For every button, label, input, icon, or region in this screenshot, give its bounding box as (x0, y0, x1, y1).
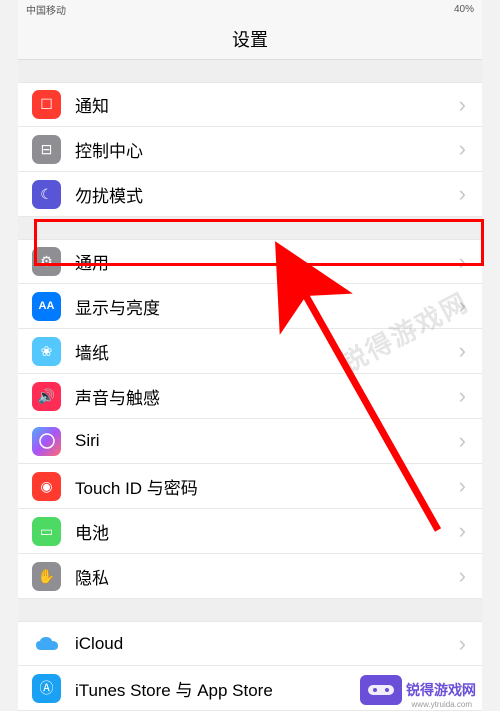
siri-icon (32, 427, 61, 456)
chevron-right-icon: › (459, 92, 466, 118)
control-center-icon: ⊟ (32, 135, 61, 164)
settings-row-touchid[interactable]: ◉ Touch ID 与密码› (18, 464, 482, 509)
chevron-right-icon: › (459, 631, 466, 657)
logo-label: 锐得游戏网 (406, 680, 476, 700)
battery-label: 40% (454, 4, 474, 15)
settings-row-display[interactable]: AA 显示与亮度› (18, 284, 482, 329)
wallpaper-icon: ❀ (32, 337, 61, 366)
settings-row-battery[interactable]: ▭ 电池› (18, 509, 482, 554)
title-text: 设置 (232, 26, 268, 52)
row-label: 墙纸 (75, 339, 459, 364)
settings-row-notifications[interactable]: ☐ 通知› (18, 82, 482, 127)
row-label: 通用 (75, 249, 459, 274)
moon-icon: ☾ (32, 180, 61, 209)
row-label: iCloud (75, 634, 459, 654)
carrier-label: 中国移动 (26, 2, 66, 17)
section-gap (18, 60, 482, 82)
chevron-right-icon: › (459, 249, 466, 275)
row-label: 声音与触感 (75, 384, 459, 409)
section-gap (18, 217, 482, 239)
settings-screen: 中国移动 40% 设置 ☐通知›⊟控制中心›☾勿扰模式› ⚙通用›AA显示与亮度… (18, 0, 482, 711)
row-label: 电池 (75, 519, 459, 544)
speaker-icon: 🔊 (32, 382, 61, 411)
chevron-right-icon: › (459, 473, 466, 499)
row-label: 隐私 (75, 564, 459, 589)
settings-row-wallpaper[interactable]: ❀ 墙纸› (18, 329, 482, 374)
text-size-icon: AA (32, 292, 61, 321)
chevron-right-icon: › (459, 293, 466, 319)
settings-row-sounds[interactable]: 🔊 声音与触感› (18, 374, 482, 419)
settings-row-dnd[interactable]: ☾ 勿扰模式› (18, 172, 482, 217)
row-label: 勿扰模式 (75, 182, 459, 207)
page-title: 设置 (18, 18, 482, 60)
row-label: Touch ID 与密码 (75, 474, 459, 499)
notification-icon: ☐ (32, 90, 61, 119)
row-label: 控制中心 (75, 137, 459, 162)
hand-icon: ✋ (32, 562, 61, 591)
settings-row-control-center[interactable]: ⊟ 控制中心› (18, 127, 482, 172)
chevron-right-icon: › (459, 338, 466, 364)
fingerprint-icon: ◉ (32, 472, 61, 501)
watermark-logo: 锐得游戏网 (360, 675, 476, 705)
settings-group-2: ⚙通用›AA显示与亮度›❀墙纸›🔊声音与触感›Siri›◉Touch ID 与密… (18, 239, 482, 599)
chevron-right-icon: › (459, 383, 466, 409)
chevron-right-icon: › (459, 136, 466, 162)
settings-row-privacy[interactable]: ✋ 隐私› (18, 554, 482, 599)
settings-row-icloud[interactable]: iCloud› (18, 621, 482, 666)
gear-icon: ⚙ (32, 247, 61, 276)
gamepad-icon (360, 675, 402, 705)
row-label: 显示与亮度 (75, 294, 459, 319)
section-gap (18, 599, 482, 621)
row-label: 通知 (75, 92, 459, 117)
chevron-right-icon: › (459, 428, 466, 454)
chevron-right-icon: › (459, 181, 466, 207)
settings-group-1: ☐通知›⊟控制中心›☾勿扰模式› (18, 82, 482, 217)
appstore-icon: Ⓐ (32, 674, 61, 703)
chevron-right-icon: › (459, 563, 466, 589)
settings-row-siri[interactable]: Siri› (18, 419, 482, 464)
cloud-icon (32, 629, 61, 658)
settings-row-general[interactable]: ⚙ 通用› (18, 239, 482, 284)
battery-icon: ▭ (32, 517, 61, 546)
chevron-right-icon: › (459, 518, 466, 544)
row-label: Siri (75, 431, 459, 451)
status-bar: 中国移动 40% (18, 0, 482, 18)
